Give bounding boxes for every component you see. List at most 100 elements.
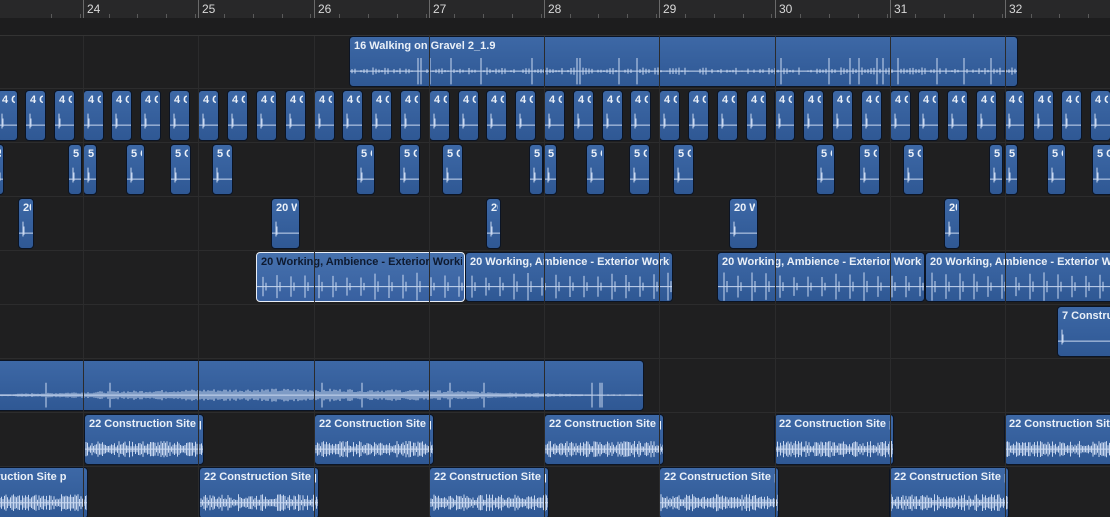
audio-region[interactable]: 22 Construction Site p (314, 414, 434, 465)
audio-region[interactable]: 4 C (918, 90, 939, 141)
audio-region[interactable]: onstruction Site p (0, 360, 644, 411)
audio-region[interactable]: 22 Construction Site p (544, 414, 664, 465)
audio-region[interactable]: 5 C (356, 144, 375, 195)
audio-region[interactable]: 4 C (890, 90, 911, 141)
audio-region[interactable]: 4 C (429, 90, 450, 141)
audio-region[interactable]: 4 C (602, 90, 623, 141)
audio-region[interactable]: 4 C (256, 90, 277, 141)
audio-region[interactable]: 20 Working, Ambience - Exterior Working (925, 252, 1110, 302)
waveform (1048, 167, 1065, 183)
audio-region[interactable]: 20 Working, Ambience - Exterior Working (717, 252, 925, 302)
region-name: 20 Working, Ambience - Exterior Working (722, 256, 922, 268)
audio-region[interactable]: 4 C (285, 90, 306, 141)
audio-region[interactable]: 4 C (486, 90, 507, 141)
audio-region[interactable]: 5 C (126, 144, 145, 195)
audio-region[interactable]: 4 C (54, 90, 75, 141)
audio-region[interactable]: 4 C (25, 90, 46, 141)
audio-region[interactable]: 5 C (442, 144, 463, 195)
audio-region[interactable]: 4 C (947, 90, 968, 141)
audio-region[interactable]: 22 Construction Site p (659, 467, 779, 517)
region-name: 4 C (261, 94, 274, 106)
audio-region[interactable]: 20 Working, Ambience - Exterior Working (256, 252, 465, 302)
audio-region[interactable]: 4 C (83, 90, 104, 141)
audio-region[interactable]: 22 Construction Site p (429, 467, 549, 517)
audio-region[interactable]: 5 (68, 144, 82, 195)
audio-region[interactable]: 5 (1004, 144, 1018, 195)
audio-region[interactable]: 5 C (586, 144, 605, 195)
audio-region[interactable]: 4 C (515, 90, 536, 141)
audio-region[interactable]: 20 Working, Ambience - Exterior Working (465, 252, 673, 302)
waveform (257, 272, 464, 301)
audio-region[interactable]: 20 W (729, 198, 758, 249)
marker-lane[interactable] (0, 18, 1110, 36)
audio-region[interactable]: 5 C (903, 144, 924, 195)
audio-region[interactable]: 4 C (544, 90, 565, 141)
audio-region[interactable]: 4 C (1033, 90, 1054, 141)
audio-region[interactable]: 20 W (271, 198, 300, 249)
waveform (660, 494, 778, 512)
audio-region[interactable]: 4 C (688, 90, 709, 141)
audio-region[interactable]: 4 C (458, 90, 479, 141)
audio-region[interactable]: 5 C (859, 144, 880, 195)
audio-region[interactable]: 5 (543, 144, 557, 195)
audio-region[interactable]: 16 Walking on Gravel 2_1.9 (349, 36, 1018, 87)
audio-region[interactable]: 20 (486, 198, 501, 249)
audio-region[interactable]: 4 C (630, 90, 651, 141)
audio-region[interactable]: 5 C (629, 144, 650, 195)
bar-ruler[interactable]: 24 25 26 27 28 29 30 31 32 (0, 0, 1110, 19)
audio-region[interactable]: 5 C (1092, 144, 1110, 195)
audio-region[interactable]: 20 (18, 198, 34, 249)
audio-region[interactable]: 4 C (774, 90, 795, 141)
audio-region[interactable]: 4 C (111, 90, 132, 141)
audio-region[interactable]: onstruction Site p (0, 467, 88, 517)
waveform (257, 113, 276, 129)
audio-region[interactable]: 7 Constructi (1057, 306, 1110, 357)
audio-region[interactable]: 4 C (400, 90, 421, 141)
audio-region[interactable]: 4 C (371, 90, 392, 141)
audio-region[interactable]: 4 C (1090, 90, 1110, 141)
audio-region[interactable]: 20 (944, 198, 960, 249)
audio-region[interactable]: 4 C (198, 90, 219, 141)
audio-region[interactable]: 4 C (861, 90, 882, 141)
audio-region[interactable]: 5 (0, 144, 4, 195)
audio-region[interactable]: 5 (529, 144, 543, 195)
audio-region[interactable]: 4 C (169, 90, 190, 141)
audio-region[interactable]: 5 C (816, 144, 835, 195)
track-separator (0, 304, 1110, 305)
audio-region[interactable]: 22 Construction Site p (1004, 414, 1110, 465)
waveform (544, 167, 556, 183)
audio-region[interactable]: 4 C (746, 90, 767, 141)
audio-region[interactable]: 4 C (573, 90, 594, 141)
region-name: onstruction Site p (0, 471, 67, 483)
audio-region[interactable]: 4 C (976, 90, 997, 141)
audio-region[interactable]: 5 C (212, 144, 233, 195)
audio-region[interactable]: 4 C (659, 90, 680, 141)
audio-region[interactable]: 5 C (673, 144, 694, 195)
audio-region[interactable]: 4 C (227, 90, 248, 141)
audio-region[interactable]: 5 C (170, 144, 191, 195)
audio-region[interactable]: 4 C (803, 90, 824, 141)
waveform (213, 167, 232, 183)
audio-region[interactable]: 22 Construction Site p (889, 467, 1009, 517)
audio-region[interactable]: 22 Construction Site p (84, 414, 204, 465)
audio-region[interactable]: 4 C (140, 90, 161, 141)
region-name: 5 (1009, 148, 1015, 160)
audio-region[interactable]: 4 C (832, 90, 853, 141)
waveform (990, 167, 1002, 183)
region-name: 4 C (837, 94, 850, 106)
audio-region[interactable]: 22 Construction Site p (199, 467, 319, 517)
audio-region[interactable]: 5 (83, 144, 97, 195)
audio-region[interactable]: 4 C (717, 90, 738, 141)
audio-region[interactable]: 5 C (399, 144, 420, 195)
audio-region[interactable]: 4 C (342, 90, 363, 141)
audio-region[interactable]: 22 Construction Site p (774, 414, 894, 465)
audio-region[interactable]: 4 C (1004, 90, 1025, 141)
audio-region[interactable]: 4 C (314, 90, 335, 141)
waveform (127, 167, 144, 183)
audio-region[interactable]: 5 (989, 144, 1003, 195)
audio-region[interactable]: 4 C (0, 90, 18, 141)
audio-region[interactable]: 5 C (1047, 144, 1066, 195)
tracks-area[interactable]: 16 Walking on Gravel 2_1.9 4 C 4 C 4 C 4 C 4 … (0, 36, 1110, 517)
audio-region[interactable]: 4 C (1061, 90, 1082, 141)
waveform (430, 113, 449, 129)
